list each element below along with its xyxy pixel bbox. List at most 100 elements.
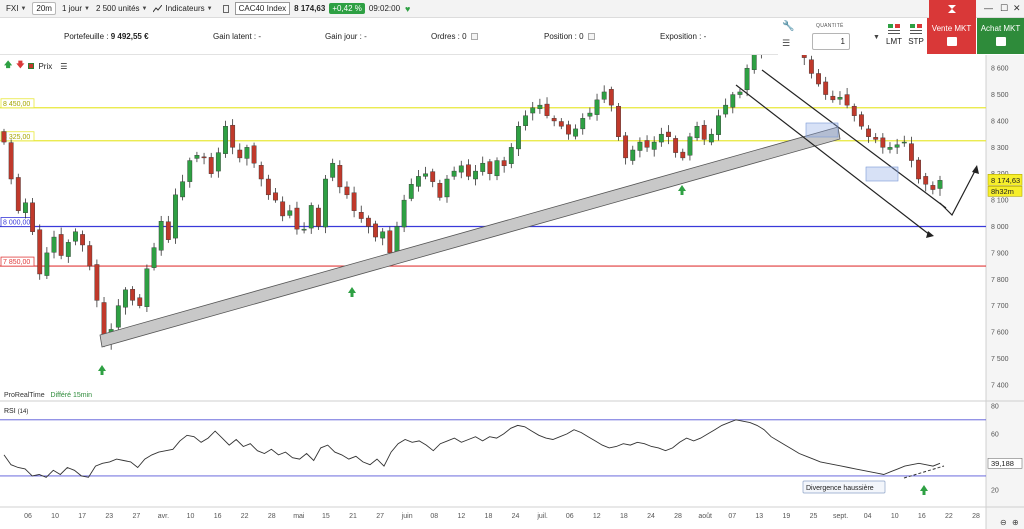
candle-body [508, 147, 514, 164]
candle-body [315, 207, 321, 227]
price-chart[interactable]: 8 6008 5008 4008 3008 2008 1008 0007 900… [0, 55, 1024, 529]
cart-icon [946, 37, 957, 46]
chevron-down-icon[interactable]: ▼ [873, 34, 880, 41]
indicators-button[interactable]: Indicateurs ▼ [153, 4, 213, 13]
chart-background [0, 55, 1024, 529]
chevron-down-icon: ▼ [20, 5, 27, 12]
candle-body [687, 136, 693, 156]
candle-body [716, 115, 721, 135]
chart-canvas[interactable]: 8 6008 5008 4008 3008 2008 1008 0007 900… [0, 55, 1024, 529]
price-tick-label: 7 700 [991, 303, 1009, 310]
quantity-input[interactable]: 1 [812, 33, 850, 50]
candle-body [680, 151, 686, 159]
limit-order-button[interactable]: LMT [885, 22, 903, 46]
price-legend-label: Prix [38, 61, 53, 71]
units-label: 2 500 unités [95, 4, 140, 13]
time-tick-label: 25 [810, 513, 818, 520]
arrow-up-icon[interactable]: 🡅 [4, 59, 12, 73]
time-tick-label: 22 [945, 513, 953, 520]
candle-body [594, 99, 600, 115]
candle-body [737, 91, 743, 95]
candle-body [94, 264, 100, 301]
candle-body [851, 105, 857, 116]
orders-stat[interactable]: Ordres : 0 [431, 32, 478, 41]
brand-logo-icon [948, 5, 956, 13]
rsi-tick-label: 80 [991, 403, 999, 410]
candle-body [487, 161, 493, 174]
list-icon[interactable]: ☰ [60, 62, 67, 71]
rsi-tick-label: 20 [991, 487, 999, 494]
price-tick-label: 8 000 [991, 224, 1009, 231]
time-tick-label: 23 [105, 513, 113, 520]
limit-order-label: LMT [886, 37, 902, 46]
candle-body [880, 137, 886, 148]
candle-body [866, 128, 871, 137]
price-tick-label: 7 900 [991, 250, 1009, 257]
highlight-box [805, 122, 839, 138]
candle-body [173, 194, 178, 239]
candle-body [1, 131, 7, 143]
units-selector[interactable]: 2 500 unités ▼ [96, 4, 148, 13]
candle-body [15, 177, 21, 211]
candle-body [294, 207, 300, 230]
position-label: Position : [544, 32, 577, 41]
ticker-name[interactable]: CAC40 Index [234, 2, 291, 15]
candle-body [408, 184, 414, 199]
maximize-icon[interactable]: ☐ [1000, 3, 1008, 14]
candle-body [415, 176, 421, 187]
candle-body [751, 55, 757, 70]
candle-body [194, 155, 200, 159]
indicators-label: Indicateurs [165, 4, 205, 13]
price-tick-label: 8 300 [991, 145, 1009, 152]
candle-body [23, 202, 28, 213]
candle-body [666, 131, 671, 137]
range-selector[interactable]: 1 jour ▼ [62, 4, 90, 13]
portfolio-value: 9 492,55 € [110, 32, 149, 41]
candle-body [251, 145, 257, 164]
time-tick-label: 19 [783, 513, 791, 520]
chart-legend-toolbar: 🡅 🡇 Prix ☰ [4, 59, 71, 73]
candle-body [808, 59, 814, 74]
candle-body [673, 138, 679, 153]
chevron-down-icon: ▼ [83, 5, 90, 12]
range-label: 1 jour [61, 4, 82, 13]
ticker-info: CAC40 Index 8 174,63 +0,42 % 09:02:00 ♥ [219, 2, 410, 15]
buy-market-button[interactable]: Achat MKT [977, 18, 1024, 54]
candle-body [280, 201, 286, 217]
wrench-icon[interactable]: 🔧 [782, 21, 794, 32]
minimize-icon[interactable]: — [984, 3, 993, 13]
time-tick-label: 18 [620, 513, 628, 520]
position-open-icon[interactable] [587, 33, 595, 41]
order-book-icon[interactable]: ☰ [782, 38, 790, 49]
price-legend[interactable]: Prix [28, 62, 56, 71]
level-label: 8 000,00 [3, 220, 30, 227]
candle-body [644, 140, 650, 148]
stop-order-label: STP [908, 37, 924, 46]
candle-body [244, 147, 250, 159]
favorite-heart-icon[interactable]: ♥ [405, 4, 410, 14]
price-tick-label: 7 600 [991, 330, 1009, 337]
candle-body [458, 165, 464, 173]
sell-market-button[interactable]: Vente MKT [927, 18, 976, 54]
stop-order-button[interactable]: STP [907, 22, 925, 46]
candle-body [694, 126, 700, 139]
orders-open-icon[interactable] [470, 33, 478, 41]
rsi-value-tag-label: 39,188 [991, 459, 1014, 468]
candle-body [651, 141, 657, 150]
candle-body [501, 160, 507, 167]
ticker-change-badge: +0,42 % [329, 3, 365, 14]
candle-body [901, 141, 907, 144]
period-selector[interactable]: 20m [32, 2, 56, 15]
time-tick-label: juil. [536, 513, 548, 520]
rsi-title[interactable]: RSI (14) [4, 408, 28, 415]
countdown-tag-label: 8h32m [991, 187, 1014, 196]
candle-body [230, 124, 236, 148]
candle-body [844, 94, 850, 106]
arrow-down-icon[interactable]: 🡇 [16, 59, 24, 73]
close-icon[interactable]: ✕ [1013, 3, 1021, 14]
position-stat[interactable]: Position : 0 [544, 32, 595, 41]
candle-body [73, 231, 78, 242]
candle-body [923, 176, 929, 185]
time-tick-label: juin [401, 513, 413, 520]
symbol-selector[interactable]: FXI ▼ [6, 4, 26, 13]
